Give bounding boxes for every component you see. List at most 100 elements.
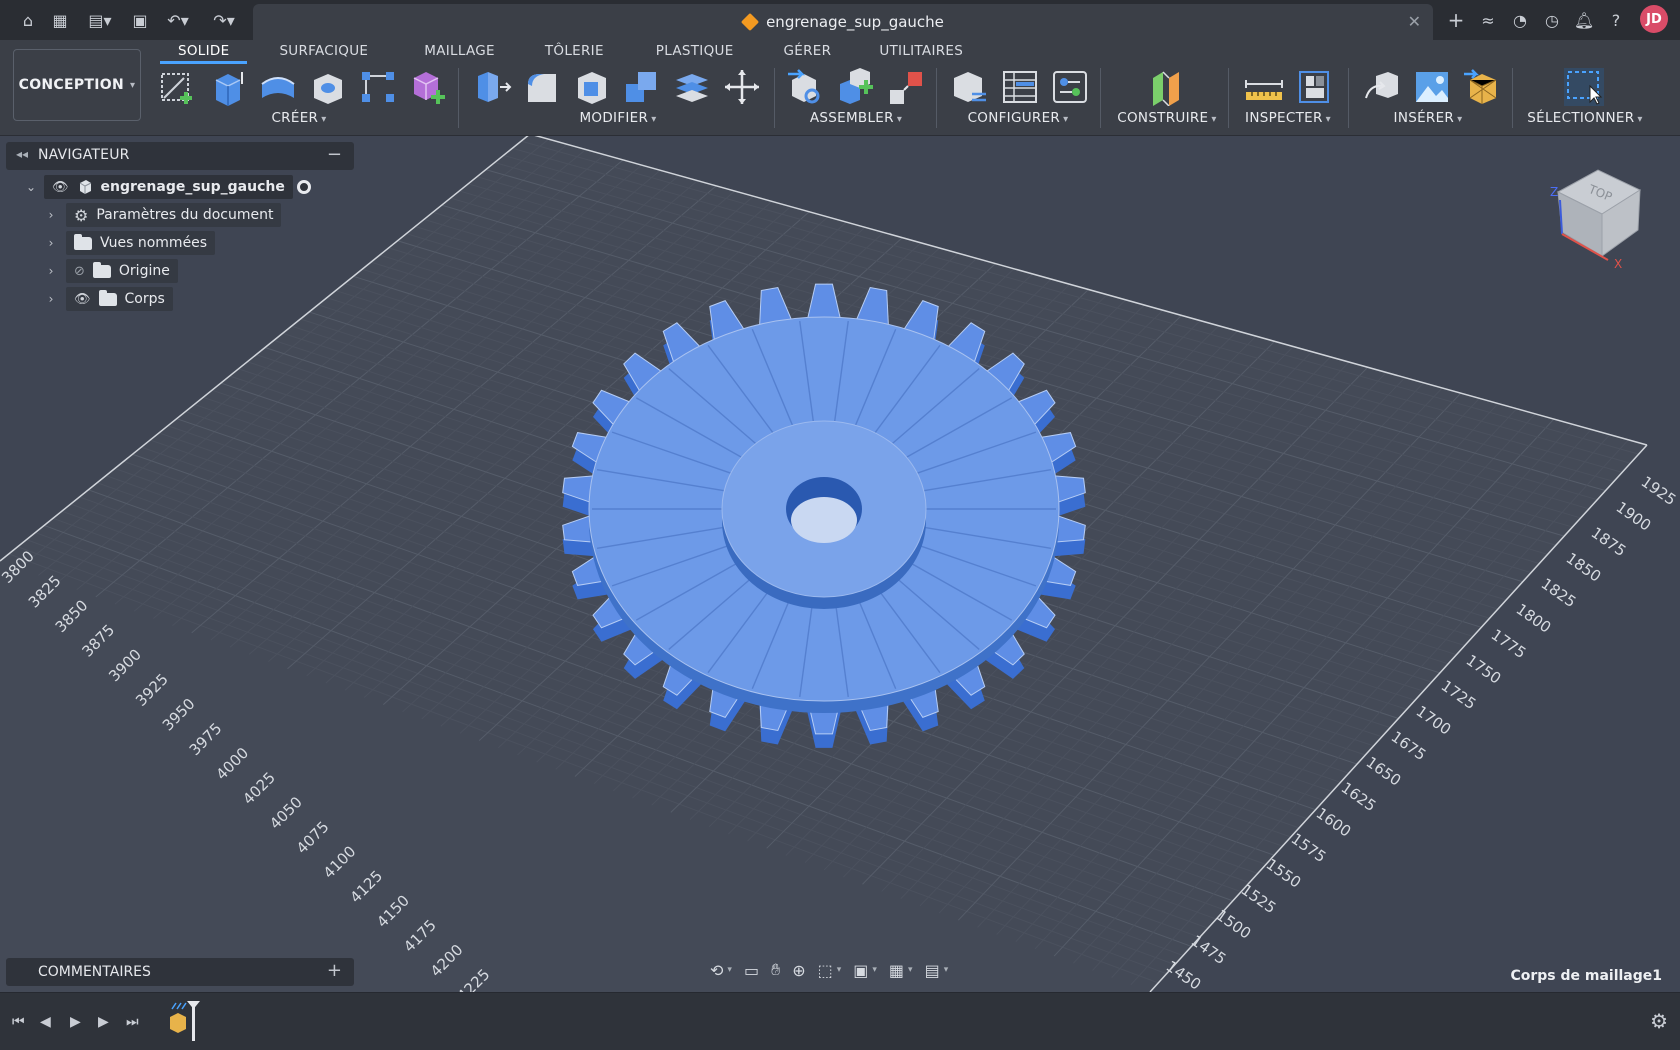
tree-row-document-settings[interactable]: › ⚙ Paramètres du document (44, 203, 282, 227)
step-back-icon[interactable]: ◀︎ (40, 1014, 51, 1030)
display-settings-icon[interactable]: ▣ (849, 961, 872, 980)
extensions-icon[interactable]: ≈ (1476, 8, 1500, 32)
go-to-start-icon[interactable]: ⏮︎ (12, 1014, 25, 1030)
group-create-label[interactable]: CRÉER (158, 110, 440, 126)
offset-face-icon[interactable] (672, 68, 712, 106)
create-sketch-icon[interactable] (158, 68, 198, 106)
active-component-radio[interactable] (296, 180, 311, 194)
history-icon[interactable]: ◷ (1540, 8, 1564, 32)
add-comment-icon[interactable]: + (327, 960, 342, 981)
tree-node-document-settings[interactable]: ⚙ Paramètres du document (66, 203, 282, 227)
group-configure-label[interactable]: CONFIGURER (950, 110, 1086, 126)
pattern-icon[interactable] (358, 68, 398, 106)
tree-node-root[interactable]: 👁︎ engrenage_sup_gauche (44, 175, 293, 199)
grid-snaps-icon[interactable]: ▦ (885, 961, 908, 980)
chevron-down-icon[interactable]: ▾ (727, 965, 732, 975)
eye-hidden-icon[interactable]: ⊘ (74, 264, 85, 279)
insert-mesh-icon[interactable] (1462, 68, 1502, 106)
help-icon[interactable]: ? (1604, 8, 1628, 32)
tree-node-named-views[interactable]: Vues nommées (66, 231, 216, 255)
chevron-down-icon[interactable]: ▾ (837, 965, 842, 975)
create-form-icon[interactable] (408, 68, 448, 106)
tab-solide[interactable]: SOLIDE (160, 40, 248, 64)
navigator-panel-header[interactable]: ◂◂ NAVIGATEUR − (6, 142, 354, 170)
apps-grid-icon[interactable]: ▦ (48, 8, 72, 32)
offset-plane-icon[interactable] (1147, 68, 1187, 106)
file-menu-icon[interactable]: ▤▾ (84, 8, 116, 32)
chevron-down-icon[interactable]: ▾ (944, 965, 949, 975)
viewcube[interactable]: TOP Z X (1548, 160, 1648, 270)
configure-body-icon[interactable] (950, 68, 990, 106)
hole-icon[interactable] (308, 68, 348, 106)
joint-icon[interactable] (886, 68, 926, 106)
orbit-icon[interactable]: ⟲ (706, 961, 727, 980)
tab-maillage[interactable]: MAILLAGE (406, 40, 513, 64)
combine-icon[interactable] (622, 68, 662, 106)
select-window-icon[interactable] (1564, 68, 1604, 106)
step-forward-icon[interactable]: ▶︎ (98, 1014, 109, 1030)
timeline-feature-mesh-icon[interactable] (168, 999, 202, 1045)
3d-viewport[interactable]: 3800382538503875390039253950397540004025… (0, 136, 1680, 992)
collapse-panel-icon[interactable]: ◂◂ (16, 147, 28, 161)
group-construct-label[interactable]: CONSTRUIRE (1112, 110, 1222, 126)
home-icon[interactable]: ⌂ (16, 8, 40, 32)
close-tab-icon[interactable]: ✕ (1408, 12, 1421, 31)
revolve-icon[interactable] (258, 68, 298, 106)
section-analysis-icon[interactable] (1294, 68, 1334, 106)
configure-rules-icon[interactable] (1050, 68, 1090, 106)
chevron-down-icon[interactable]: ▾ (872, 965, 877, 975)
play-icon[interactable]: ▶︎ (70, 1014, 81, 1030)
extrude-icon[interactable] (208, 68, 248, 106)
group-assemble-label[interactable]: ASSEMBLER (786, 110, 926, 126)
eye-icon[interactable]: 👁︎ (74, 292, 91, 307)
minimize-icon[interactable]: − (327, 144, 342, 165)
tree-node-origin[interactable]: ⊘ Origine (66, 259, 178, 283)
chevron-down-icon[interactable]: ⌄ (24, 180, 38, 194)
save-icon[interactable]: ▣ (128, 8, 152, 32)
chevron-right-icon[interactable]: › (44, 264, 58, 278)
notifications-icon[interactable]: 🔔︎ (1572, 8, 1596, 32)
chevron-right-icon[interactable]: › (44, 236, 58, 250)
shell-icon[interactable] (572, 68, 612, 106)
eye-icon[interactable]: 👁︎ (52, 180, 69, 195)
tree-node-bodies[interactable]: 👁︎ Corps (66, 287, 173, 311)
workspace-switcher-button[interactable]: CONCEPTION ▾ (13, 49, 141, 121)
tab-surfacique[interactable]: SURFACIQUE (261, 40, 386, 64)
timeline-settings-icon[interactable]: ⚙ (1650, 1009, 1668, 1033)
tab-plastique[interactable]: PLASTIQUE (638, 40, 752, 64)
tree-row-named-views[interactable]: › Vues nommées (44, 231, 216, 255)
undo-icon[interactable]: ↶▾ (160, 8, 196, 32)
new-component-link-icon[interactable] (786, 68, 826, 106)
group-inspect-label[interactable]: INSPECTER (1240, 110, 1336, 126)
tree-row-origin[interactable]: › ⊘ Origine (44, 259, 178, 283)
chevron-down-icon[interactable]: ▾ (908, 965, 913, 975)
tab-tolerie[interactable]: TÔLERIE (527, 40, 622, 64)
insert-derive-icon[interactable] (1362, 68, 1402, 106)
pan-icon[interactable]: ✋︎ (767, 960, 784, 980)
document-tab[interactable]: engrenage_sup_gauche ✕ (253, 4, 1433, 40)
zoom-window-icon[interactable]: ⬚ (814, 961, 837, 980)
insert-canvas-icon[interactable] (1412, 68, 1452, 106)
chevron-right-icon[interactable]: › (44, 208, 58, 222)
redo-icon[interactable]: ↷▾ (206, 8, 242, 32)
new-tab-icon[interactable]: + (1444, 8, 1468, 32)
tree-root-row[interactable]: ⌄ 👁︎ engrenage_sup_gauche (24, 175, 311, 199)
tree-row-bodies[interactable]: › 👁︎ Corps (44, 287, 173, 311)
zoom-icon[interactable]: ⊕ (788, 961, 809, 980)
chevron-right-icon[interactable]: › (44, 292, 58, 306)
group-select-label[interactable]: SÉLECTIONNER (1522, 110, 1648, 126)
user-avatar[interactable]: JD (1640, 5, 1668, 33)
job-status-icon[interactable]: ◔ (1508, 8, 1532, 32)
measure-icon[interactable] (1244, 68, 1284, 106)
fillet-icon[interactable] (522, 68, 562, 106)
tab-utilitaires[interactable]: UTILITAIRES (861, 40, 981, 64)
comments-panel-header[interactable]: COMMENTAIRES + (6, 958, 354, 986)
new-component-icon[interactable] (836, 68, 876, 106)
configuration-table-icon[interactable] (1000, 68, 1040, 106)
look-at-icon[interactable]: ▭ (740, 961, 763, 980)
group-modify-label[interactable]: MODIFIER (472, 110, 764, 126)
group-insert-label[interactable]: INSÉRER (1358, 110, 1498, 126)
move-copy-icon[interactable] (722, 68, 762, 106)
press-pull-icon[interactable] (472, 68, 512, 106)
go-to-end-icon[interactable]: ⏭︎ (126, 1014, 139, 1030)
